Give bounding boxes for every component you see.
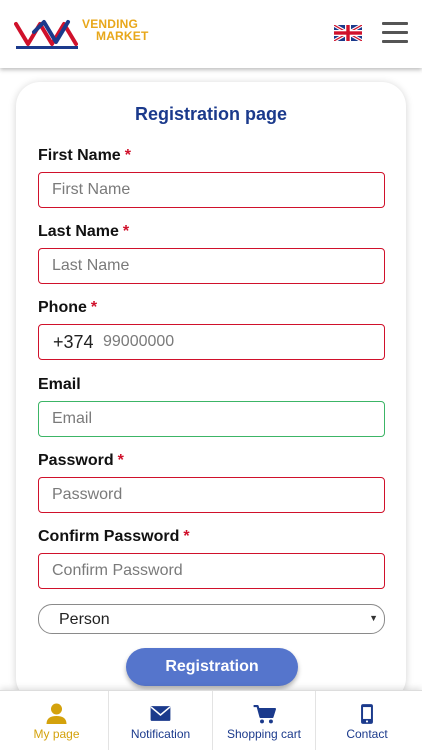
nav-item-notification[interactable]: Notification [108, 691, 212, 750]
phone-label: Phone * [38, 299, 97, 317]
nav-label-shopping-cart: Shopping cart [226, 727, 302, 741]
nav-item-my-page[interactable]: My page [5, 691, 108, 750]
phone-field: +374 [38, 324, 385, 360]
logo-text-market: MARKET [96, 29, 149, 43]
required-marker: * [124, 147, 131, 164]
password-label-text: Password [38, 452, 114, 469]
phone-country-code: +374 [53, 332, 94, 352]
bottom-navigation: My page Notification Shopping cart Conta… [0, 690, 422, 750]
last-name-label: Last Name * [38, 223, 129, 241]
logo-mark-icon [14, 20, 78, 49]
required-marker: * [122, 223, 130, 240]
required-marker: * [117, 452, 124, 469]
last-name-field[interactable] [38, 248, 385, 284]
registration-card: Registration page First Name* Last Name*… [16, 82, 406, 702]
password-field[interactable] [38, 477, 385, 513]
phone-input[interactable] [103, 325, 373, 358]
cart-icon [253, 704, 276, 724]
hamburger-menu-icon[interactable] [382, 22, 408, 44]
first-name-label: First Name * [38, 147, 131, 165]
page-title: Registration page [134, 104, 288, 124]
last-name-label-text: Last Name [38, 223, 119, 240]
app-header: VENDING MARKET [0, 0, 422, 68]
nav-label-my-page: My page [33, 727, 80, 741]
confirm-password-label-text: Confirm Password [38, 528, 180, 545]
account-type-select[interactable]: Person ▼ [38, 604, 385, 634]
email-label-text: Email [38, 376, 81, 393]
email-label: Email [38, 376, 81, 394]
nav-item-shopping-cart[interactable]: Shopping cart [212, 691, 315, 750]
password-label: Password * [38, 452, 124, 470]
first-name-label-text: First Name [38, 147, 121, 164]
registration-button[interactable]: Registration [126, 648, 298, 686]
phone-icon [361, 704, 373, 724]
dropdown-arrow-icon: ▼ [369, 613, 378, 623]
account-type-value: Person [59, 611, 110, 628]
user-icon [46, 703, 67, 724]
confirm-password-field[interactable] [38, 553, 385, 589]
first-name-field[interactable] [38, 172, 385, 208]
uk-flag-icon[interactable] [334, 25, 362, 41]
vending-market-logo[interactable]: VENDING MARKET [14, 16, 149, 50]
envelope-icon [150, 706, 171, 721]
nav-label-contact: Contact [346, 727, 388, 741]
confirm-password-label: Confirm Password * [38, 528, 190, 546]
nav-item-contact[interactable]: Contact [315, 691, 418, 750]
phone-label-text: Phone [38, 299, 87, 316]
required-marker: * [183, 528, 190, 545]
required-marker: * [90, 299, 98, 316]
email-field[interactable] [38, 401, 385, 437]
nav-label-notification: Notification [130, 727, 191, 741]
